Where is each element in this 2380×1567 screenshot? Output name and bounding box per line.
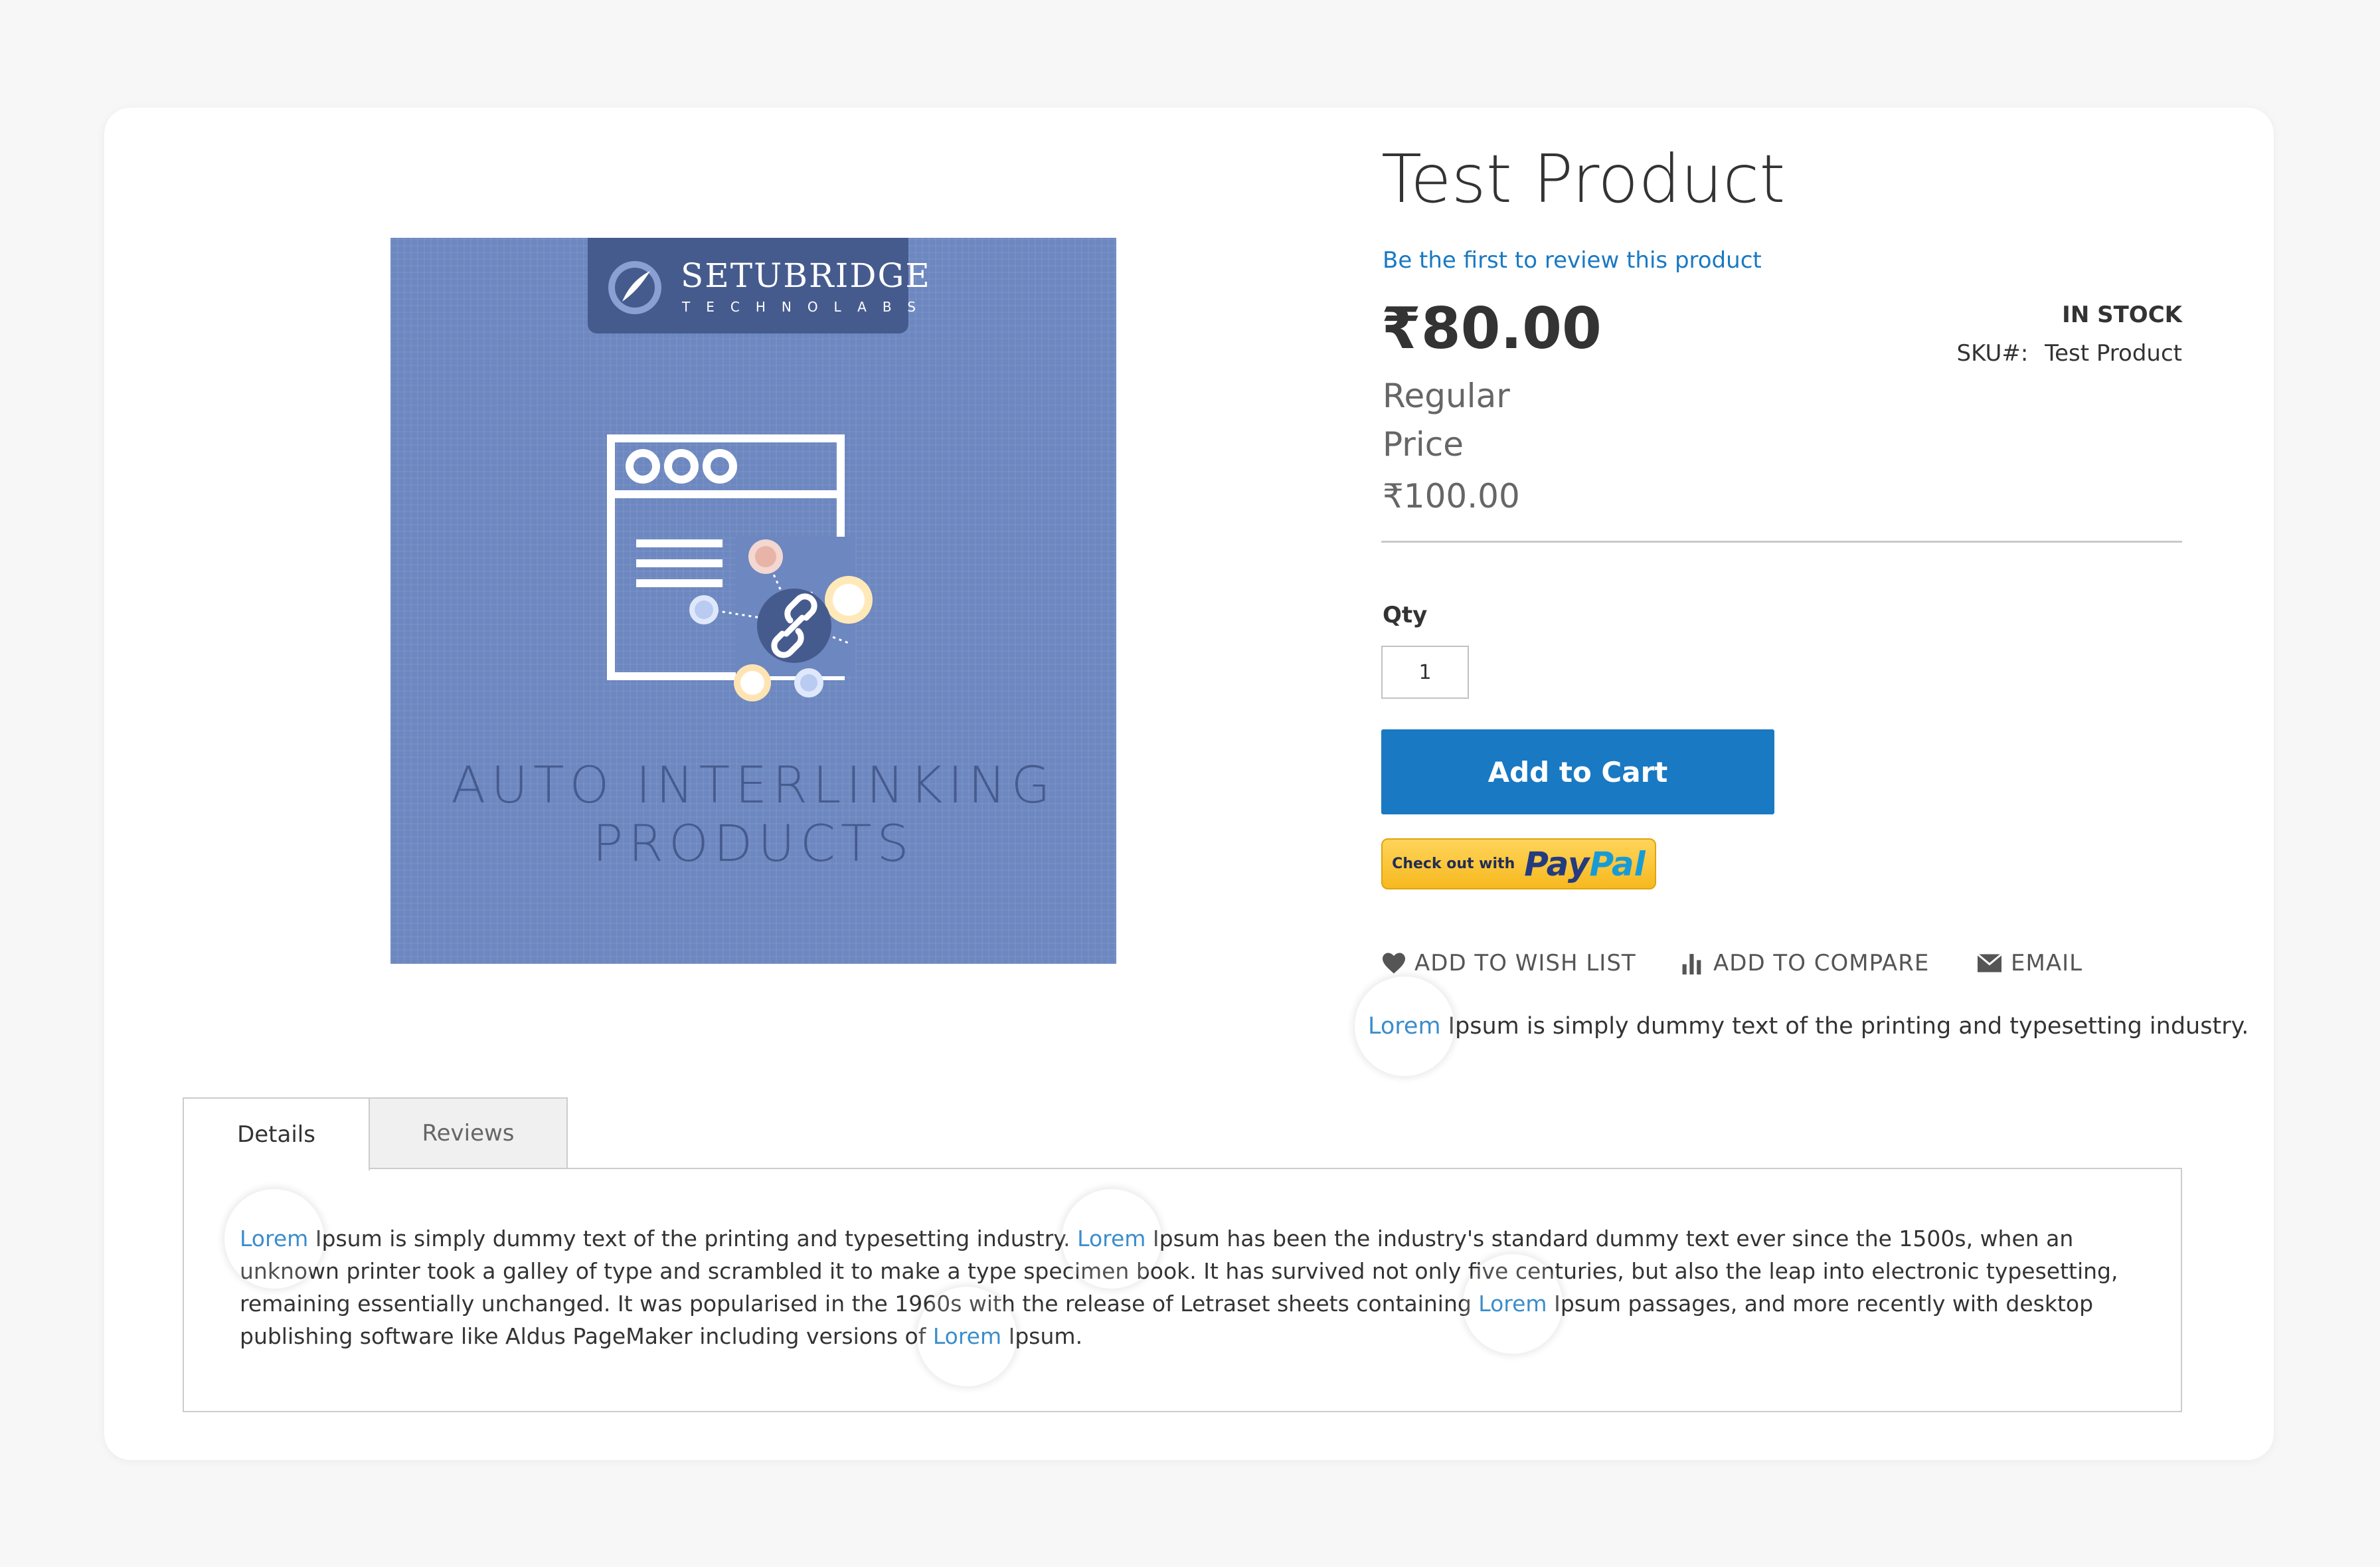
paypal-logo-pal: Pal xyxy=(1589,844,1646,883)
brand-badge: SETUBRIDGE TECHNOLABS xyxy=(588,238,930,333)
sku-label: SKU#: xyxy=(1956,340,2029,367)
details-text-part: Ipsum is simply dummy text of the printi… xyxy=(308,1226,1078,1251)
tab-reviews-label: Reviews xyxy=(422,1120,515,1147)
heart-icon xyxy=(1383,953,1405,974)
qty-input[interactable] xyxy=(1381,646,1469,699)
setubridge-logo-icon xyxy=(608,261,661,314)
stock-status: IN STOCK xyxy=(2062,302,2182,328)
tab-details-label: Details xyxy=(237,1121,315,1148)
brand-name: SETUBRIDGE xyxy=(681,256,931,295)
regular-price: ₹100.00 xyxy=(1383,477,1520,515)
regular-price-label: Regular Price xyxy=(1383,372,1510,469)
image-title-line2: PRODUCTS xyxy=(592,814,914,873)
tab-details[interactable]: Details xyxy=(183,1097,370,1170)
envelope-icon xyxy=(1977,953,2002,972)
regular-price-label-text: Regular Price xyxy=(1383,377,1510,464)
details-panel: Lorem Ipsum is simply dummy text of the … xyxy=(183,1168,2182,1412)
interlink-keyword[interactable]: Lorem xyxy=(917,1286,1017,1386)
sku: SKU#: Test Product xyxy=(1957,340,2182,367)
email-link[interactable]: EMAIL xyxy=(1976,949,2082,978)
brand-subtitle: TECHNOLABS xyxy=(682,299,932,315)
add-to-wishlist-link[interactable]: ADD TO WISH LIST xyxy=(1381,949,1636,978)
divider xyxy=(1381,541,2182,543)
short-description: Lorem Ipsum is simply dummy text of the … xyxy=(1354,976,2249,1076)
image-title-line1: AUTO INTERLINKING xyxy=(451,755,1056,814)
short-description-text: Ipsum is simply dummy text of the printi… xyxy=(1440,1013,2249,1040)
qty-label: Qty xyxy=(1383,602,1428,628)
interlink-keyword[interactable]: Lorem xyxy=(1462,1253,1563,1354)
add-to-cart-button[interactable]: Add to Cart xyxy=(1381,729,1774,814)
interlink-keyword[interactable]: Lorem xyxy=(1354,976,1454,1076)
details-text-part: Ipsum. xyxy=(1001,1323,1083,1349)
review-link[interactable]: Be the first to review this product xyxy=(1383,246,1762,275)
product-image[interactable]: SETUBRIDGE TECHNOLABS AUTO INTERLINKING … xyxy=(390,238,1116,964)
bar-chart-icon xyxy=(1682,954,1701,974)
paypal-logo-pay: Pay xyxy=(1524,844,1590,883)
interlinking-illustration-icon xyxy=(607,434,873,701)
sku-value: Test Product xyxy=(2045,340,2182,367)
add-to-compare-link[interactable]: ADD TO COMPARE xyxy=(1680,949,1929,978)
tab-reviews[interactable]: Reviews xyxy=(369,1097,568,1169)
page-title: Test Product xyxy=(1381,140,1786,218)
email-label: EMAIL xyxy=(2011,950,2083,976)
interlink-keyword[interactable]: Lorem xyxy=(1061,1188,1162,1289)
paypal-checkout-button[interactable]: Check out with Pay Pal xyxy=(1381,838,1656,889)
details-text: Lorem Ipsum is simply dummy text of the … xyxy=(224,1188,2139,1386)
add-to-wishlist-label: ADD TO WISH LIST xyxy=(1414,950,1636,976)
paypal-prefix: Check out with xyxy=(1392,856,1515,872)
add-to-compare-label: ADD TO COMPARE xyxy=(1713,950,1930,976)
final-price: ₹80.00 xyxy=(1381,296,1602,362)
interlink-keyword[interactable]: Lorem xyxy=(224,1188,325,1289)
